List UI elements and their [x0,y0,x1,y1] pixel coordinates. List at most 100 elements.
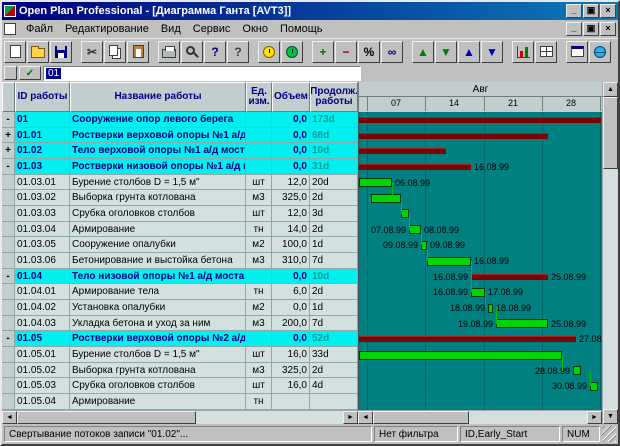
cell-volume[interactable]: 200,0 [272,316,310,332]
table-row[interactable]: -01Сооружение опор левого берега0,0173d [2,112,358,128]
cell-name[interactable]: Армирование тела [70,284,246,300]
cell-duration[interactable]: 31d [310,159,358,175]
table-row[interactable]: 01.05.04Армированиетн [2,394,358,410]
scroll-thumb[interactable] [17,411,196,424]
gantt-summary-bar[interactable] [359,148,446,154]
cell-volume[interactable]: 12,0 [272,175,310,191]
open-button[interactable] [27,41,49,63]
gantt-task-bar[interactable] [573,366,581,375]
table-row[interactable]: 01.03.05Сооружение опалубким2100,01d [2,237,358,253]
time-now-button[interactable] [258,41,280,63]
cell-duration[interactable]: 2d [310,190,358,206]
cell-duration[interactable]: 2d [310,222,358,238]
cell-unit[interactable] [246,143,272,159]
gantt-task-bar[interactable] [359,351,562,360]
barchart-view-button[interactable] [512,41,534,63]
menu-item-5[interactable]: Помощь [274,22,329,36]
cell-unit[interactable]: тн [246,394,272,410]
cell-volume[interactable]: 325,0 [272,190,310,206]
app-icon[interactable] [4,5,16,17]
scroll-thumb[interactable] [373,411,469,424]
gantt-summary-bar[interactable] [471,274,548,280]
cell-duration[interactable]: 3d [310,206,358,222]
cell-volume[interactable]: 14,0 [272,222,310,238]
cell-name[interactable]: Бетонирование и выстойка бетона [70,253,246,269]
cell-expand[interactable]: - [2,112,15,128]
cell-expand[interactable] [2,316,15,332]
cell-unit[interactable]: шт [246,378,272,394]
cell-id[interactable]: 01.03.04 [15,222,70,238]
cell-expand[interactable]: + [2,143,15,159]
cell-expand[interactable] [2,284,15,300]
cell-unit[interactable] [246,269,272,285]
table-row[interactable]: 01.05.03Срубка оголовков столбовшт16,04d [2,378,358,394]
print-button[interactable] [158,41,180,63]
edit-field[interactable]: 01 [43,66,361,81]
cell-id[interactable]: 01.05 [15,331,70,347]
cell-volume[interactable]: 12,0 [272,206,310,222]
table-horizontal-scrollbar[interactable]: ◄► [2,410,358,424]
cell-volume[interactable]: 0,0 [272,159,310,175]
cell-unit[interactable]: м3 [246,316,272,332]
cell-expand[interactable] [2,222,15,238]
gantt-task-bar[interactable] [590,382,598,391]
cell-expand[interactable]: - [2,159,15,175]
confirm-edit-button[interactable]: ✓ [19,66,41,80]
cell-id[interactable]: 01.05.04 [15,394,70,410]
cell-name[interactable]: Бурение столбов D = 1,5 м" [70,347,246,363]
document-icon[interactable] [4,23,16,35]
cell-name[interactable]: Ростверки низовой опоры №1 а/д м [70,159,246,175]
layout-view-button[interactable] [566,41,588,63]
cell-volume[interactable]: 0,0 [272,143,310,159]
cell-duration[interactable]: 1d [310,300,358,316]
column-header-name[interactable]: Название работы [70,82,246,112]
cell-unit[interactable] [246,331,272,347]
cell-duration[interactable]: 10d [310,269,358,285]
cell-name[interactable]: Укладка бетона и уход за ним [70,316,246,332]
gantt-summary-bar[interactable] [359,133,548,139]
table-view-button[interactable] [535,41,557,63]
cell-expand[interactable]: - [2,269,15,285]
percent-complete-button[interactable]: % [358,41,380,63]
table-row[interactable]: 01.03.01Бурение столбов D = 1,5 м"шт12,0… [2,175,358,191]
cell-unit[interactable]: тн [246,284,272,300]
menu-item-4[interactable]: Окно [236,22,274,36]
cell-expand[interactable] [2,190,15,206]
cell-duration[interactable]: 7d [310,316,358,332]
menu-item-3[interactable]: Сервис [187,22,237,36]
cell-expand[interactable] [2,394,15,410]
cell-id[interactable]: 01.04.03 [15,316,70,332]
resize-grip[interactable] [602,426,616,442]
table-row[interactable]: -01.04Тело низовой опоры №1 а/д моста0,0… [2,269,358,285]
cell-name[interactable]: Тело низовой опоры №1 а/д моста [70,269,246,285]
table-row[interactable]: -01.05Ростверки верховой опоры №2 а/д0,0… [2,331,358,347]
cell-id[interactable]: 01.03.05 [15,237,70,253]
gantt-task-bar[interactable] [409,225,421,234]
resource-view-button[interactable] [589,41,611,63]
cell-duration[interactable]: 20d [310,175,358,191]
cell-volume[interactable]: 6,0 [272,284,310,300]
cut-button[interactable]: ✂ [81,41,103,63]
cell-duration[interactable]: 7d [310,253,358,269]
cell-unit[interactable] [246,128,272,144]
table-row[interactable]: +01.02Тело верховой опоры №1 а/д моста0,… [2,143,358,159]
move-up-button[interactable]: ▲ [458,41,480,63]
scroll-left-button[interactable]: ◄ [358,411,373,424]
preview-button[interactable] [181,41,203,63]
table-row[interactable]: 01.03.06Бетонирование и выстойка бетонам… [2,253,358,269]
menu-item-2[interactable]: Вид [155,22,187,36]
new-button[interactable] [4,41,26,63]
menu-item-1[interactable]: Редактирование [59,22,155,36]
cell-id[interactable]: 01.03.02 [15,190,70,206]
scroll-track[interactable] [603,97,618,409]
cell-volume[interactable]: 16,0 [272,347,310,363]
cell-unit[interactable]: шт [246,206,272,222]
gantt-task-bar[interactable] [371,194,401,203]
table-row[interactable]: 01.03.02Выборка грунта котлованам3325,02… [2,190,358,206]
gantt-task-bar[interactable] [496,319,548,328]
table-row[interactable]: 01.03.04Армированиетн14,02d [2,222,358,238]
cell-volume[interactable]: 325,0 [272,363,310,379]
cell-unit[interactable] [246,159,272,175]
table-row[interactable]: 01.05.01Бурение столбов D = 1,5 м"шт16,0… [2,347,358,363]
cell-duration[interactable]: 10d [310,143,358,159]
